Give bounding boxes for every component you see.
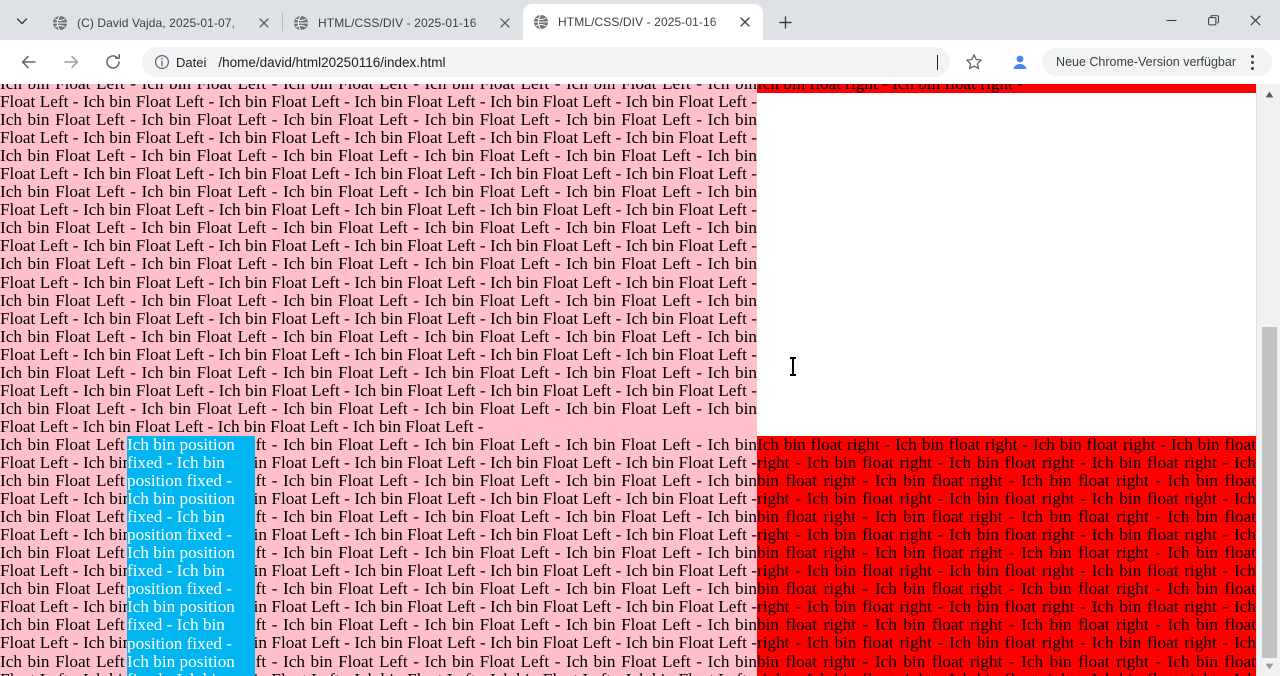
tab-close-button[interactable] [254, 13, 274, 33]
window-minimize-button[interactable] [1150, 4, 1192, 36]
page-scrollbar[interactable] [1256, 84, 1280, 676]
globe-icon [53, 15, 67, 31]
omnibox-url-text: /home/david/html20250116/index.html [218, 54, 446, 70]
chrome-update-label: Neue Chrome-Version verfügbar [1056, 55, 1236, 69]
scrollbar-thumb[interactable] [1262, 326, 1277, 659]
omnibox-caret [937, 54, 939, 70]
close-icon [1249, 14, 1261, 26]
chrome-update-button[interactable]: Neue Chrome-Version verfügbar [1042, 48, 1272, 76]
forward-button[interactable] [56, 47, 86, 77]
profile-button[interactable] [1006, 48, 1034, 76]
browser-window: (C) David Vajda, 2025-01-07, HTML/CSS/DI… [0, 0, 1280, 676]
float-left-block-2: Ich bin Float Left - Ich bin Float Left … [0, 435, 757, 676]
chevron-down-icon [16, 18, 28, 25]
forward-arrow-icon [64, 55, 79, 69]
avatar-icon [1013, 55, 1027, 69]
tab-close-button[interactable] [735, 12, 755, 32]
reload-icon [106, 53, 120, 69]
page-viewport: Ich bin Float Left - Ich bin Float Left … [0, 84, 1280, 676]
window-close-button[interactable] [1234, 4, 1276, 36]
reload-button[interactable] [98, 47, 128, 77]
restore-icon [1207, 14, 1219, 25]
back-button[interactable] [14, 47, 44, 77]
browser-toolbar: Datei /home/david/html20250116/index.htm… [0, 40, 1280, 84]
info-circle-icon [154, 54, 170, 70]
float-left-block-1: Ich bin Float Left - Ich bin Float Left … [0, 84, 757, 436]
float-right-block-1: Ich bin float right - Ich bin float righ… [757, 84, 1256, 94]
window-maximize-button[interactable] [1192, 4, 1234, 36]
bookmark-button[interactable] [960, 48, 988, 76]
close-icon [259, 18, 269, 28]
close-icon [740, 17, 750, 27]
plus-icon [778, 15, 792, 29]
browser-tab-1[interactable]: (C) David Vajda, 2025-01-07, [42, 6, 282, 40]
tab-strip: (C) David Vajda, 2025-01-07, HTML/CSS/DI… [0, 0, 1280, 40]
scroll-up-button[interactable] [1257, 84, 1280, 104]
globe-icon [534, 14, 548, 30]
new-tab-button[interactable] [771, 8, 799, 36]
omnibox-scheme-label: Datei [176, 54, 207, 70]
web-page: Ich bin Float Left - Ich bin Float Left … [0, 84, 1256, 676]
scroll-down-button[interactable] [1257, 656, 1280, 676]
float-right-block-2: Ich bin float right - Ich bin float righ… [757, 435, 1256, 676]
address-bar[interactable]: Datei /home/david/html20250116/index.htm… [142, 47, 951, 77]
position-fixed-block: Ich bin position fixed - Ich bin positio… [127, 436, 255, 676]
browser-tab-2[interactable]: HTML/CSS/DIV - 2025-01-16 [283, 6, 523, 40]
tab-close-button[interactable] [495, 13, 515, 33]
close-icon [500, 18, 510, 28]
scroll-down-arrow-icon [1265, 663, 1273, 669]
kebab-menu-icon[interactable] [1242, 50, 1262, 74]
tab-title: (C) David Vajda, 2025-01-07, [77, 16, 235, 30]
browser-tab-3-active[interactable]: HTML/CSS/DIV - 2025-01-16 [523, 4, 763, 40]
globe-icon [294, 15, 308, 31]
minimize-icon [1166, 19, 1176, 21]
window-controls [1150, 0, 1280, 40]
tab-search-button[interactable] [8, 7, 36, 35]
tab-title: HTML/CSS/DIV - 2025-01-16 [558, 15, 717, 29]
tab-title: HTML/CSS/DIV - 2025-01-16 [318, 16, 477, 30]
back-arrow-icon [21, 55, 36, 69]
star-icon [966, 54, 982, 70]
scroll-up-arrow-icon [1265, 91, 1273, 97]
